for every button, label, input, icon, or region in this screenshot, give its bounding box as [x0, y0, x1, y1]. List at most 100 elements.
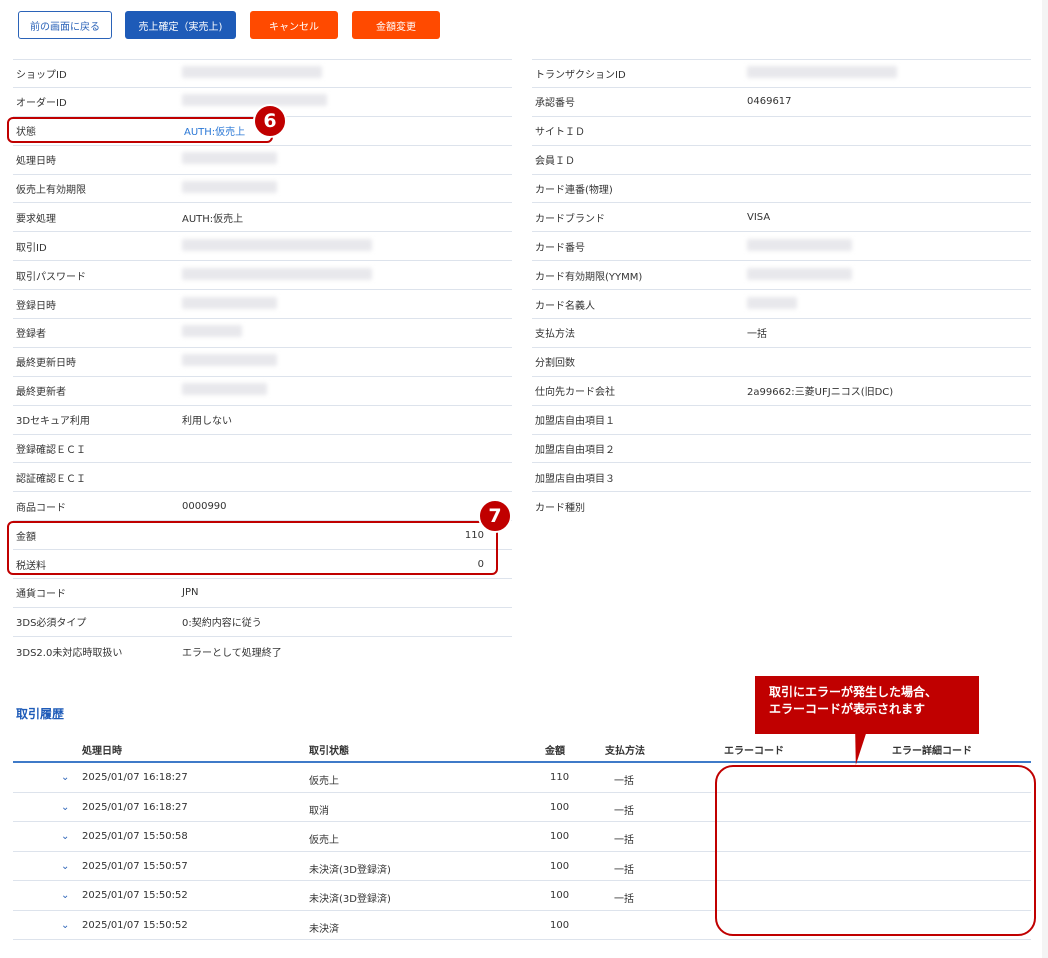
detail-row-payment-method: 支払方法 一括 [532, 319, 1031, 348]
amount-change-button[interactable]: 金額変更 [352, 11, 440, 39]
col-error-detail-code: エラー詳細コード [892, 746, 972, 757]
detail-row-product-code: 商品コード 0000990 [13, 492, 512, 522]
row-method: 一括 [614, 776, 634, 787]
detail-row-free-3: 加盟店自由項目３ [532, 463, 1031, 493]
detail-label: カード番号 [535, 242, 585, 254]
annotation-badge-7: 7 [478, 499, 512, 533]
detail-row-card-number: カード番号 [532, 232, 1031, 262]
redacted-value [182, 383, 267, 398]
row-date: 2025/01/07 15:50:58 [82, 831, 188, 842]
detail-value: JPN [182, 587, 199, 599]
row-amount: 110 [550, 772, 570, 783]
detail-label: 仕向先カード会社 [535, 387, 615, 399]
detail-row-auth-eci: 認証確認ＥＣＩ [13, 463, 512, 493]
detail-row-card-brand: カードブランド VISA [532, 203, 1031, 233]
row-status: 取消 [309, 805, 329, 817]
detail-label: 商品コード [16, 502, 66, 514]
detail-row-registered-by: 登録者 [13, 319, 512, 348]
scrollbar[interactable] [1042, 0, 1048, 958]
row-amount: 100 [550, 831, 570, 842]
redacted-value [182, 354, 277, 369]
redacted-value [182, 267, 372, 283]
redacted-value [747, 238, 852, 254]
detail-value: 0000990 [182, 500, 227, 512]
detail-value: 2a99662:三菱UFJニコス(旧DC) [747, 387, 894, 399]
detail-row-approval-number: 承認番号 0469617 [532, 88, 1031, 117]
redacted-value [182, 94, 327, 109]
detail-label: 3DS2.0未対応時取扱い [16, 647, 123, 659]
chevron-down-icon[interactable]: ⌄ [61, 861, 69, 872]
detail-row-updated-by: 最終更新者 [13, 377, 512, 406]
detail-value: 0:契約内容に従う [182, 618, 262, 630]
detail-row-card-seq: カード連番(物理) [532, 175, 1031, 204]
detail-label: 登録確認ＥＣＩ [16, 445, 86, 457]
back-button[interactable]: 前の画面に戻る [18, 11, 112, 39]
detail-label: 加盟店自由項目１ [535, 416, 615, 428]
detail-label: ショップID [16, 69, 67, 81]
detail-label: 最終更新者 [16, 387, 66, 399]
detail-label: サイトＩＤ [535, 127, 585, 139]
detail-row-request: 要求処理 AUTH:仮売上 [13, 203, 512, 233]
row-amount: 100 [550, 919, 570, 931]
callout-line-1: 取引にエラーが発生した場合、 [769, 685, 938, 699]
detail-value: AUTH:仮売上 [182, 213, 244, 225]
row-status: 未決済 [309, 923, 339, 935]
detail-row-shop-id: ショップID [13, 59, 512, 88]
detail-row-processed-at: 処理日時 [13, 146, 512, 175]
chevron-down-icon[interactable]: ⌄ [61, 802, 69, 813]
detail-row-3dsecure: 3Dセキュア利用 利用しない [13, 406, 512, 435]
detail-label: 登録日時 [16, 300, 56, 312]
row-amount: 100 [550, 801, 570, 813]
row-amount: 100 [550, 860, 570, 872]
detail-row-member-id: 会員ＩＤ [532, 146, 1031, 175]
redacted-value [182, 181, 277, 196]
confirm-sale-button[interactable]: 売上確定（実売上) [125, 11, 236, 39]
error-callout: 取引にエラーが発生した場合、 エラーコードが表示されます [755, 676, 979, 734]
row-method: 一括 [614, 894, 634, 905]
row-date: 2025/01/07 15:50:57 [82, 860, 188, 872]
callout-line-2: エラーコードが表示されます [769, 702, 926, 716]
detail-value: エラーとして処理終了 [182, 647, 282, 659]
detail-label: 支払方法 [535, 329, 575, 341]
detail-label: カード有効期限(YYMM) [535, 271, 643, 283]
cancel-button[interactable]: キャンセル [250, 11, 338, 39]
redacted-value [182, 65, 322, 81]
detail-row-card-expiry: カード有効期限(YYMM) [532, 261, 1031, 291]
col-error-code: エラーコード [724, 746, 784, 757]
row-status: 仮売上 [309, 776, 339, 787]
row-status: 仮売上 [309, 835, 339, 846]
status-highlight-box [7, 117, 273, 143]
detail-row-installments: 分割回数 [532, 348, 1031, 377]
detail-row-transaction-password: 取引パスワード [13, 261, 512, 291]
detail-label: オーダーID [16, 98, 67, 110]
transaction-detail-right: トランザクションID 承認番号 0469617 サイトＩＤ 会員ＩＤ カード連番(… [532, 59, 1031, 521]
detail-row-card-holder: カード名義人 [532, 290, 1031, 320]
detail-label: 加盟店自由項目２ [535, 445, 615, 457]
redacted-value [747, 296, 797, 312]
detail-label: 最終更新日時 [16, 358, 76, 370]
detail-label: 要求処理 [16, 213, 56, 225]
detail-label: 3Dセキュア利用 [16, 416, 90, 428]
col-payment-method: 支払方法 [605, 746, 645, 757]
detail-row-3ds2-handling: 3DS2.0未対応時取扱い エラーとして処理終了 [13, 637, 512, 666]
redacted-value [182, 325, 242, 340]
detail-row-transaction-id: トランザクションID [532, 59, 1031, 88]
row-status: 未決済(3D登録済) [309, 894, 391, 905]
detail-row-transaction-id: 取引ID [13, 232, 512, 262]
chevron-down-icon[interactable]: ⌄ [61, 920, 69, 931]
chevron-down-icon[interactable]: ⌄ [61, 772, 69, 783]
detail-label: 取引ID [16, 242, 47, 254]
redacted-value [747, 65, 897, 81]
annotation-badge-6: 6 [253, 104, 287, 138]
detail-row-card-company: 仕向先カード会社 2a99662:三菱UFJニコス(旧DC) [532, 377, 1031, 406]
chevron-down-icon[interactable]: ⌄ [61, 890, 69, 901]
detail-value: 利用しない [182, 416, 232, 428]
detail-label: カード連番(物理) [535, 185, 613, 196]
row-method: 一括 [614, 835, 634, 846]
detail-label: 通貨コード [16, 589, 66, 601]
chevron-down-icon[interactable]: ⌄ [61, 831, 69, 842]
detail-label: 認証確認ＥＣＩ [16, 473, 86, 485]
row-method: 一括 [614, 805, 634, 817]
detail-row-free-1: 加盟店自由項目１ [532, 406, 1031, 435]
detail-value: VISA [747, 211, 771, 223]
